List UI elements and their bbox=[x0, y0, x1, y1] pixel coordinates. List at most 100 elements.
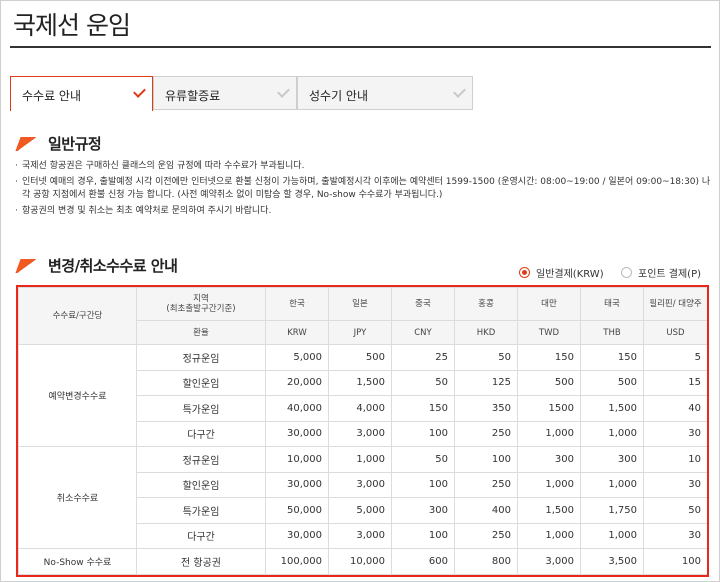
fee-value-cell: 100 bbox=[643, 548, 707, 575]
fare-type-cell: 할인운임 bbox=[136, 471, 266, 498]
fee-value-cell: 1,000 bbox=[580, 471, 644, 498]
rule-item: 국제선 항공권은 구매하신 클래스의 운임 규정에 따라 수수료가 부과됩니다. bbox=[14, 160, 714, 173]
currency-cell: USD bbox=[643, 320, 707, 345]
tab-fee-info[interactable]: 수수료 안내 bbox=[10, 76, 153, 111]
fare-type-cell: 다구간 bbox=[136, 522, 266, 549]
fee-table-body: 예약변경수수료 정규운임 5,000 500 25 50 150 150 5 할인운임 20,000… bbox=[18, 344, 707, 575]
table-row: 취소수수료 정규운임 10,000 1,000 50 100 300 300 10 bbox=[18, 446, 707, 549]
fee-value-cell: 5,000 bbox=[265, 344, 329, 371]
fee-value-cell: 5,000 bbox=[328, 497, 392, 524]
radio-point-payment[interactable]: 포인트 결제(P) bbox=[621, 265, 701, 280]
region-cell: 일본 bbox=[328, 287, 392, 321]
fee-value-cell: 1,500 bbox=[580, 395, 644, 422]
fee-value-cell: 30,000 bbox=[265, 471, 329, 498]
table-row: 예약변경수수료 정규운임 5,000 500 25 50 150 150 5 bbox=[18, 344, 707, 447]
fee-value-cell: 3,000 bbox=[328, 420, 392, 447]
fee-value-cell: 40 bbox=[643, 395, 707, 422]
rule-item: 인터넷 예매의 경우, 출발예정 시각 이전에만 인터넷으로 환불 신청이 가능… bbox=[14, 176, 714, 202]
section-flag-icon bbox=[15, 258, 39, 273]
region-cell: 한국 bbox=[265, 287, 329, 321]
fare-type-cell: 다구간 bbox=[136, 420, 266, 447]
fare-type-cell: 할인운임 bbox=[136, 369, 266, 396]
fee-value-cell: 40,000 bbox=[265, 395, 329, 422]
region-cell: 중국 bbox=[391, 287, 455, 321]
region-cell: 태국 bbox=[580, 287, 644, 321]
radio-general-payment[interactable]: 일반결제(KRW) bbox=[519, 265, 604, 280]
fee-value-cell: 400 bbox=[454, 497, 518, 524]
fee-column-header: 수수료/구간당 bbox=[18, 287, 137, 345]
tab-peak-season[interactable]: 성수기 안내 bbox=[297, 76, 473, 110]
tab-bar: 수수료 안내 유류할증료 성수기 안내 bbox=[10, 76, 473, 111]
radio-selected-icon[interactable] bbox=[519, 267, 530, 278]
fee-value-cell: 10 bbox=[643, 446, 707, 473]
fee-value-cell: 150 bbox=[391, 395, 455, 422]
fee-value-cell: 300 bbox=[391, 497, 455, 524]
fee-value-cell: 300 bbox=[580, 446, 644, 473]
fee-value-cell: 10,000 bbox=[265, 446, 329, 473]
fee-value-cell: 3,000 bbox=[328, 471, 392, 498]
fee-value-cell: 15 bbox=[643, 369, 707, 396]
currency-cell: CNY bbox=[391, 320, 455, 345]
fee-value-cell: 1,500 bbox=[328, 369, 392, 396]
currency-cell: THB bbox=[580, 320, 644, 345]
fee-value-cell: 50 bbox=[643, 497, 707, 524]
page-title: 국제선 운임 bbox=[13, 11, 131, 40]
region-cell: 필리핀/ 대양주 bbox=[643, 287, 707, 321]
fee-value-cell: 1,000 bbox=[580, 420, 644, 447]
table-row: No-Show 수수료 전 항공권 100,000 10,000 600 800 3,000… bbox=[18, 548, 707, 575]
fee-value-cell: 150 bbox=[517, 344, 581, 371]
fee-value-cell: 100 bbox=[454, 446, 518, 473]
fare-type-cell: 전 항공권 bbox=[136, 548, 266, 575]
tab-fuel-surcharge[interactable]: 유류할증료 bbox=[153, 76, 297, 110]
check-icon bbox=[133, 85, 146, 98]
general-rules-heading: 일반규정 bbox=[15, 133, 102, 154]
fee-value-cell: 1,750 bbox=[580, 497, 644, 524]
rule-item: 항공권의 변경 및 취소는 최초 예약처로 문의하여 주시기 바랍니다. bbox=[14, 205, 714, 218]
fee-value-cell: 100,000 bbox=[265, 548, 329, 575]
fee-value-cell: 30 bbox=[643, 471, 707, 498]
fare-type-cell: 특가운임 bbox=[136, 497, 266, 524]
fare-type-cell: 특가운임 bbox=[136, 395, 266, 422]
fee-value-cell: 125 bbox=[454, 369, 518, 396]
fee-value-cell: 1,000 bbox=[517, 522, 581, 549]
fee-value-cell: 5 bbox=[643, 344, 707, 371]
currency-cell: KRW bbox=[265, 320, 329, 345]
fee-value-cell: 800 bbox=[454, 548, 518, 575]
fee-value-cell: 3,500 bbox=[580, 548, 644, 575]
fee-value-cell: 50 bbox=[391, 369, 455, 396]
fee-value-cell: 600 bbox=[391, 548, 455, 575]
fee-value-cell: 250 bbox=[454, 471, 518, 498]
fee-value-cell: 4,000 bbox=[328, 395, 392, 422]
fee-value-cell: 25 bbox=[391, 344, 455, 371]
fee-value-cell: 300 bbox=[517, 446, 581, 473]
title-divider bbox=[10, 46, 711, 48]
fee-value-cell: 50,000 bbox=[265, 497, 329, 524]
fee-value-cell: 3,000 bbox=[328, 522, 392, 549]
radio-unselected-icon[interactable] bbox=[621, 267, 632, 278]
fee-value-cell: 30,000 bbox=[265, 420, 329, 447]
region-header: 지역 (최초출발구간기준) bbox=[136, 287, 266, 321]
fee-table: 수수료/구간당 지역 (최초출발구간기준) 한국 일본 중국 홍콩 대만 태국 … bbox=[18, 287, 707, 575]
region-cell: 홍콩 bbox=[454, 287, 518, 321]
fee-value-cell: 100 bbox=[391, 420, 455, 447]
section-title: 일반규정 bbox=[48, 135, 102, 153]
section-flag-icon bbox=[15, 136, 39, 151]
region-label: 지역 bbox=[193, 294, 209, 304]
fee-value-cell: 250 bbox=[454, 420, 518, 447]
currency-cell: TWD bbox=[517, 320, 581, 345]
check-icon bbox=[453, 85, 466, 98]
section-title: 변경/취소수수료 안내 bbox=[48, 257, 178, 275]
check-icon bbox=[277, 85, 290, 98]
fee-value-cell: 1,500 bbox=[517, 497, 581, 524]
fee-group-label: 예약변경수수료 bbox=[18, 344, 137, 447]
currency-cell: HKD bbox=[454, 320, 518, 345]
general-rules-list: 국제선 항공권은 구매하신 클래스의 운임 규정에 따라 수수료가 부과됩니다.… bbox=[14, 160, 714, 221]
fee-value-cell: 100 bbox=[391, 522, 455, 549]
fee-value-cell: 1,000 bbox=[580, 522, 644, 549]
fee-value-cell: 500 bbox=[517, 369, 581, 396]
fee-value-cell: 10,000 bbox=[328, 548, 392, 575]
currency-label: 환율 bbox=[136, 320, 266, 345]
tab-label: 성수기 안내 bbox=[309, 89, 369, 103]
fee-value-cell: 250 bbox=[454, 522, 518, 549]
fee-value-cell: 20,000 bbox=[265, 369, 329, 396]
